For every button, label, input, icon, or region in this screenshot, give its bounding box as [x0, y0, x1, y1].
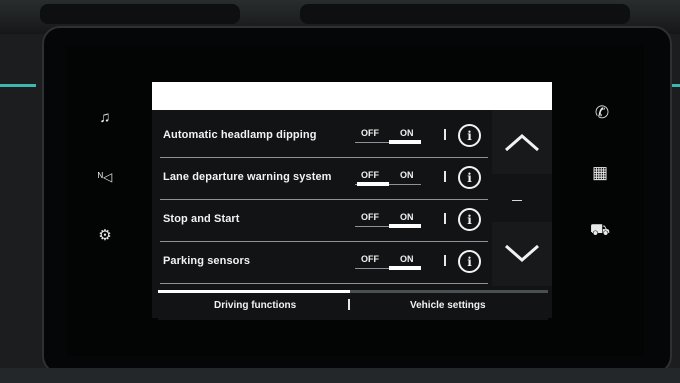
setting-label: Parking sensors [163, 255, 251, 267]
toggle-indicator [389, 266, 421, 270]
parking-sensors-toggle[interactable]: OFF ON [355, 254, 425, 270]
setting-label: Automatic headlamp dipping [163, 129, 317, 141]
tab-divider [348, 299, 350, 310]
scroll-up-button[interactable] [492, 110, 552, 174]
toggle-off-label: OFF [361, 254, 379, 264]
stop-start-toggle[interactable]: OFF ON [355, 212, 425, 228]
info-icon[interactable]: i [458, 166, 481, 189]
toggle-on-label: ON [400, 212, 414, 222]
toggle-off-label: OFF [361, 128, 379, 138]
apps-grid-icon[interactable]: ▦ [588, 162, 612, 184]
settings-list: Automatic headlamp dipping OFF ON i Lane… [160, 116, 488, 284]
tab-underline [350, 290, 548, 293]
car-icon[interactable]: ⛟ [588, 220, 612, 242]
toggle-indicator [357, 182, 389, 186]
active-tab-indicator [158, 290, 350, 293]
row-divider [444, 255, 446, 266]
row-divider [444, 213, 446, 224]
chevron-up-icon [505, 134, 539, 152]
setting-row-lane-departure: Lane departure warning system OFF ON i [160, 158, 488, 200]
setting-label: Stop and Start [163, 213, 240, 225]
phone-icon[interactable]: ✆ [590, 102, 614, 124]
air-vent-left [40, 4, 240, 24]
info-icon[interactable]: i [458, 124, 481, 147]
setting-row-stop-start: Stop and Start OFF ON i [160, 200, 488, 242]
settings-panel: Automatic headlamp dipping OFF ON i Lane… [152, 82, 552, 318]
music-note-icon[interactable]: ♫ [93, 106, 117, 128]
toggle-indicator [389, 140, 421, 144]
lane-departure-toggle[interactable]: OFF ON [355, 170, 425, 186]
air-vent-right [300, 4, 630, 24]
tab-vehicle-settings[interactable]: Vehicle settings [410, 300, 486, 311]
setting-row-parking-sensors: Parking sensors OFF ON i [160, 242, 488, 284]
navigation-icon[interactable]: ᴺ◁ [93, 166, 117, 188]
setting-label: Lane departure warning system [163, 171, 332, 183]
toggle-indicator [389, 224, 421, 228]
row-divider [444, 171, 446, 182]
toggle-off-label: OFF [361, 170, 379, 180]
panel-header [152, 82, 552, 110]
toggle-on-label: ON [400, 170, 414, 180]
headlamp-dipping-toggle[interactable]: OFF ON [355, 128, 425, 144]
dashboard-bottom-trim [0, 368, 680, 383]
setting-row-headlamp-dipping: Automatic headlamp dipping OFF ON i [160, 116, 488, 158]
scroll-position-indicator [512, 200, 522, 201]
scroll-down-button[interactable] [492, 222, 552, 286]
chevron-down-icon [505, 244, 539, 262]
toggle-off-label: OFF [361, 212, 379, 222]
toggle-on-label: ON [400, 254, 414, 264]
tab-driving-functions[interactable]: Driving functions [214, 300, 296, 311]
vehicle-settings-icon[interactable]: ⚙ [93, 224, 117, 246]
toggle-on-label: ON [400, 128, 414, 138]
info-icon[interactable]: i [458, 250, 481, 273]
ambient-trim-left [0, 84, 36, 87]
tab-bar: Driving functions Vehicle settings [158, 290, 548, 320]
row-divider [444, 129, 446, 140]
info-icon[interactable]: i [458, 208, 481, 231]
